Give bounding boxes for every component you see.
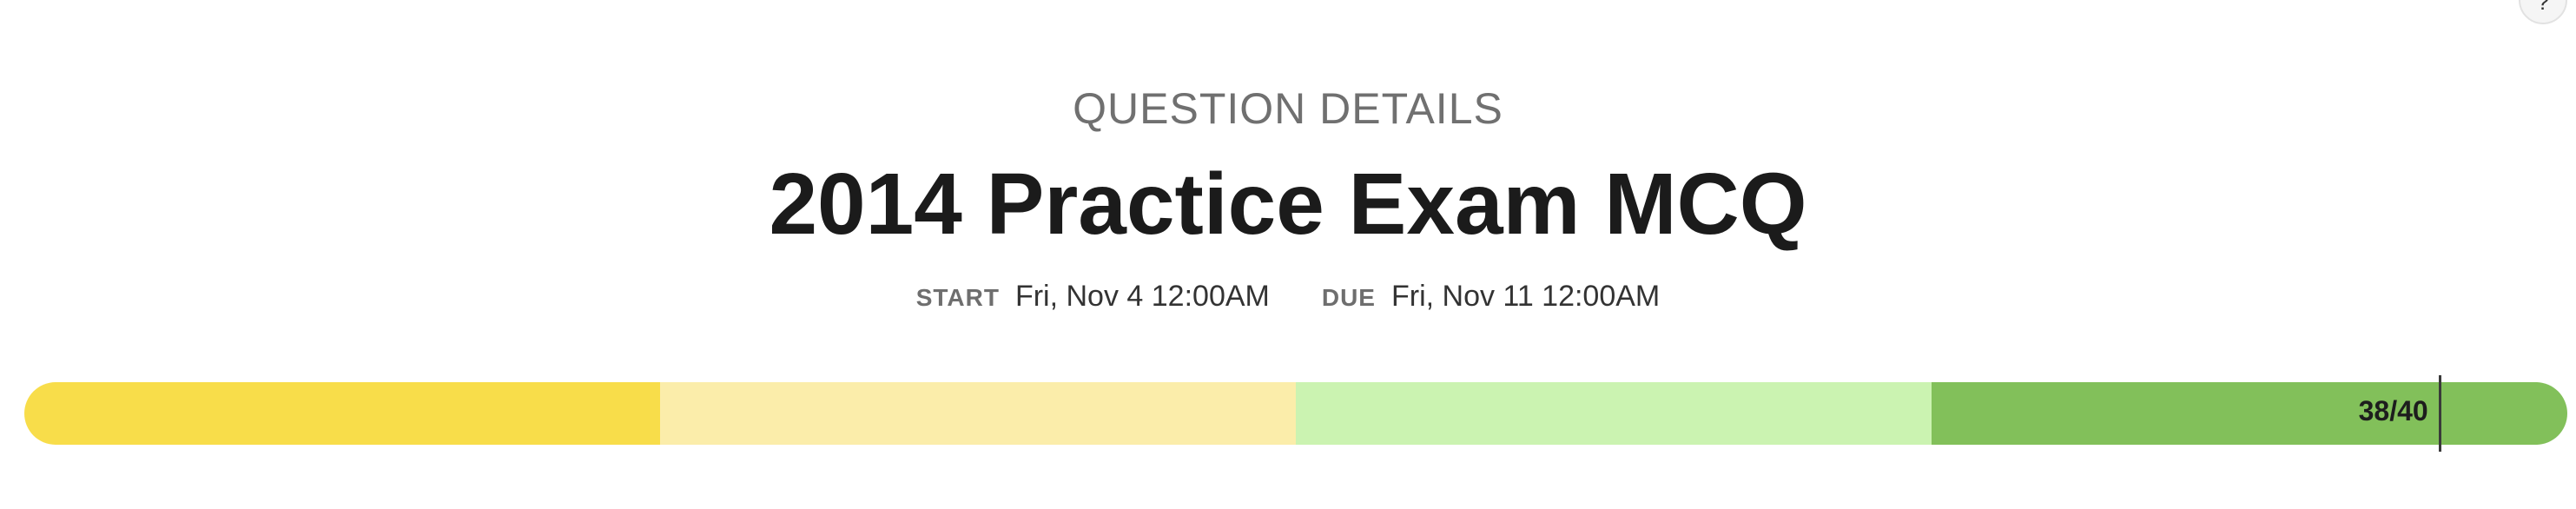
start-date-value: Fri, Nov 4 12:00AM bbox=[1014, 280, 1270, 313]
score-bar-segment-3 bbox=[1296, 382, 1932, 445]
due-date: DUE Fri, Nov 11 12:00AM bbox=[1322, 280, 1660, 314]
score-label: 38/40 bbox=[2358, 395, 2428, 426]
start-date-label: START bbox=[915, 284, 1000, 311]
score-bar-segment-2 bbox=[660, 382, 1296, 445]
help-button[interactable]: ? bbox=[2519, 0, 2567, 24]
score-marker bbox=[2438, 375, 2441, 452]
start-date: START Fri, Nov 4 12:00AM bbox=[916, 280, 1270, 314]
score-bar-segment-1 bbox=[24, 382, 660, 445]
due-date-value: Fri, Nov 11 12:00AM bbox=[1390, 280, 1661, 313]
question-details-page: ? QUESTION DETAILS 2014 Practice Exam MC… bbox=[0, 0, 2576, 509]
due-date-label: DUE bbox=[1321, 284, 1376, 311]
help-icon: ? bbox=[2536, 0, 2550, 15]
score-bar bbox=[24, 382, 2567, 445]
section-subheading: QUESTION DETAILS bbox=[1073, 84, 1503, 133]
score-bar-segment-4 bbox=[1932, 382, 2567, 445]
page-title: 2014 Practice Exam MCQ bbox=[769, 155, 1807, 253]
date-row: START Fri, Nov 4 12:00AM DUE Fri, Nov 11… bbox=[0, 280, 2576, 314]
